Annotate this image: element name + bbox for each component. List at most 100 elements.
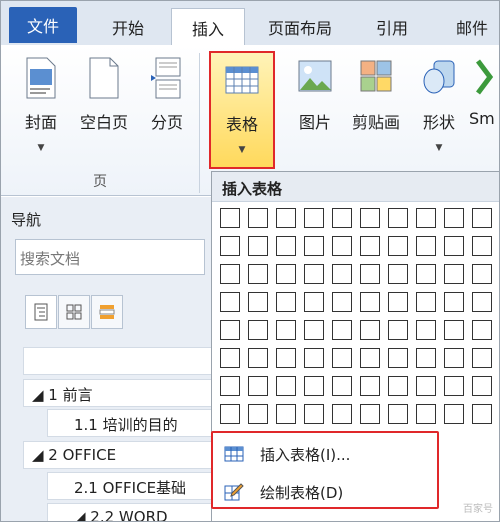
grid-cell[interactable] xyxy=(332,348,352,368)
grid-cell[interactable] xyxy=(332,264,352,284)
grid-cell[interactable] xyxy=(304,376,324,396)
grid-cell[interactable] xyxy=(360,236,380,256)
grid-cell[interactable] xyxy=(416,348,436,368)
grid-cell[interactable] xyxy=(276,292,296,312)
grid-cell[interactable] xyxy=(472,236,492,256)
grid-cell[interactable] xyxy=(472,208,492,228)
grid-cell[interactable] xyxy=(276,208,296,228)
grid-cell[interactable] xyxy=(388,404,408,424)
table-button[interactable]: 表格 ▼ xyxy=(209,51,275,169)
grid-cell[interactable] xyxy=(304,404,324,424)
search-input[interactable]: 搜索文档 xyxy=(15,239,205,275)
grid-cell[interactable] xyxy=(304,320,324,340)
grid-cell[interactable] xyxy=(220,264,240,284)
tree-item-office[interactable]: ◢ 2 OFFICE xyxy=(23,441,223,469)
grid-cell[interactable] xyxy=(248,376,268,396)
grid-cell[interactable] xyxy=(472,404,492,424)
grid-cell[interactable] xyxy=(388,208,408,228)
grid-cell[interactable] xyxy=(444,208,464,228)
grid-cell[interactable] xyxy=(388,376,408,396)
grid-cell[interactable] xyxy=(416,376,436,396)
grid-cell[interactable] xyxy=(220,376,240,396)
page-break-button[interactable]: 分页 xyxy=(139,51,195,161)
grid-cell[interactable] xyxy=(472,264,492,284)
grid-cell[interactable] xyxy=(332,292,352,312)
grid-cell[interactable] xyxy=(304,264,324,284)
grid-cell[interactable] xyxy=(444,236,464,256)
tab-page-layout[interactable]: 页面布局 xyxy=(251,9,349,45)
grid-cell[interactable] xyxy=(276,376,296,396)
grid-cell[interactable] xyxy=(388,348,408,368)
grid-cell[interactable] xyxy=(388,320,408,340)
results-view-tab[interactable] xyxy=(91,295,123,329)
shapes-button[interactable]: 形状 ▼ xyxy=(411,51,467,161)
grid-cell[interactable] xyxy=(276,264,296,284)
grid-cell[interactable] xyxy=(388,236,408,256)
grid-cell[interactable] xyxy=(416,292,436,312)
grid-cell[interactable] xyxy=(360,348,380,368)
grid-cell[interactable] xyxy=(276,320,296,340)
grid-cell[interactable] xyxy=(416,208,436,228)
tab-references[interactable]: 引用 xyxy=(359,9,425,45)
grid-cell[interactable] xyxy=(360,292,380,312)
grid-cell[interactable] xyxy=(444,264,464,284)
grid-cell[interactable] xyxy=(472,376,492,396)
smartart-button[interactable]: Sm xyxy=(469,51,499,161)
headings-view-tab[interactable] xyxy=(25,295,57,329)
grid-cell[interactable] xyxy=(248,320,268,340)
grid-cell[interactable] xyxy=(360,376,380,396)
grid-cell[interactable] xyxy=(276,404,296,424)
grid-cell[interactable] xyxy=(248,236,268,256)
grid-cell[interactable] xyxy=(416,264,436,284)
grid-cell[interactable] xyxy=(416,236,436,256)
grid-cell[interactable] xyxy=(332,236,352,256)
grid-cell[interactable] xyxy=(248,292,268,312)
grid-cell[interactable] xyxy=(332,320,352,340)
grid-cell[interactable] xyxy=(220,208,240,228)
grid-cell[interactable] xyxy=(444,376,464,396)
tab-file[interactable]: 文件 xyxy=(9,7,77,43)
grid-cell[interactable] xyxy=(444,404,464,424)
tree-item-training-purpose[interactable]: 1.1 培训的目的 xyxy=(47,409,217,437)
grid-cell[interactable] xyxy=(220,236,240,256)
clipart-button[interactable]: 剪贴画 xyxy=(345,51,407,161)
grid-cell[interactable] xyxy=(332,208,352,228)
grid-cell[interactable] xyxy=(472,292,492,312)
grid-cell[interactable] xyxy=(332,376,352,396)
tab-home[interactable]: 开始 xyxy=(93,9,163,45)
grid-cell[interactable] xyxy=(276,348,296,368)
grid-cell[interactable] xyxy=(304,348,324,368)
tab-insert[interactable]: 插入 xyxy=(171,8,245,47)
grid-cell[interactable] xyxy=(388,264,408,284)
grid-cell[interactable] xyxy=(304,208,324,228)
grid-cell[interactable] xyxy=(416,320,436,340)
tree-item-word[interactable]: ◢ 2.2 WORD xyxy=(47,503,217,521)
grid-cell[interactable] xyxy=(444,348,464,368)
grid-cell[interactable] xyxy=(360,320,380,340)
grid-cell[interactable] xyxy=(444,292,464,312)
grid-cell[interactable] xyxy=(220,292,240,312)
grid-cell[interactable] xyxy=(304,292,324,312)
tab-mailings[interactable]: 邮件 xyxy=(437,9,499,45)
grid-cell[interactable] xyxy=(416,404,436,424)
grid-cell[interactable] xyxy=(332,404,352,424)
tree-item-office-basics[interactable]: 2.1 OFFICE基础 xyxy=(47,472,217,500)
cover-button[interactable]: 封面 ▼ xyxy=(13,51,69,161)
grid-cell[interactable] xyxy=(360,404,380,424)
tree-item-preface[interactable]: ◢ 1 前言 xyxy=(23,379,223,407)
grid-cell[interactable] xyxy=(472,348,492,368)
grid-cell[interactable] xyxy=(444,320,464,340)
grid-cell[interactable] xyxy=(472,320,492,340)
grid-cell[interactable] xyxy=(360,208,380,228)
blank-page-button[interactable]: 空白页 xyxy=(73,51,135,161)
grid-cell[interactable] xyxy=(388,292,408,312)
grid-cell[interactable] xyxy=(248,404,268,424)
grid-cell[interactable] xyxy=(248,348,268,368)
grid-cell[interactable] xyxy=(248,264,268,284)
grid-cell[interactable] xyxy=(360,264,380,284)
grid-cell[interactable] xyxy=(276,236,296,256)
grid-cell[interactable] xyxy=(220,348,240,368)
pages-view-tab[interactable] xyxy=(58,295,90,329)
grid-cell[interactable] xyxy=(304,236,324,256)
grid-cell[interactable] xyxy=(220,320,240,340)
